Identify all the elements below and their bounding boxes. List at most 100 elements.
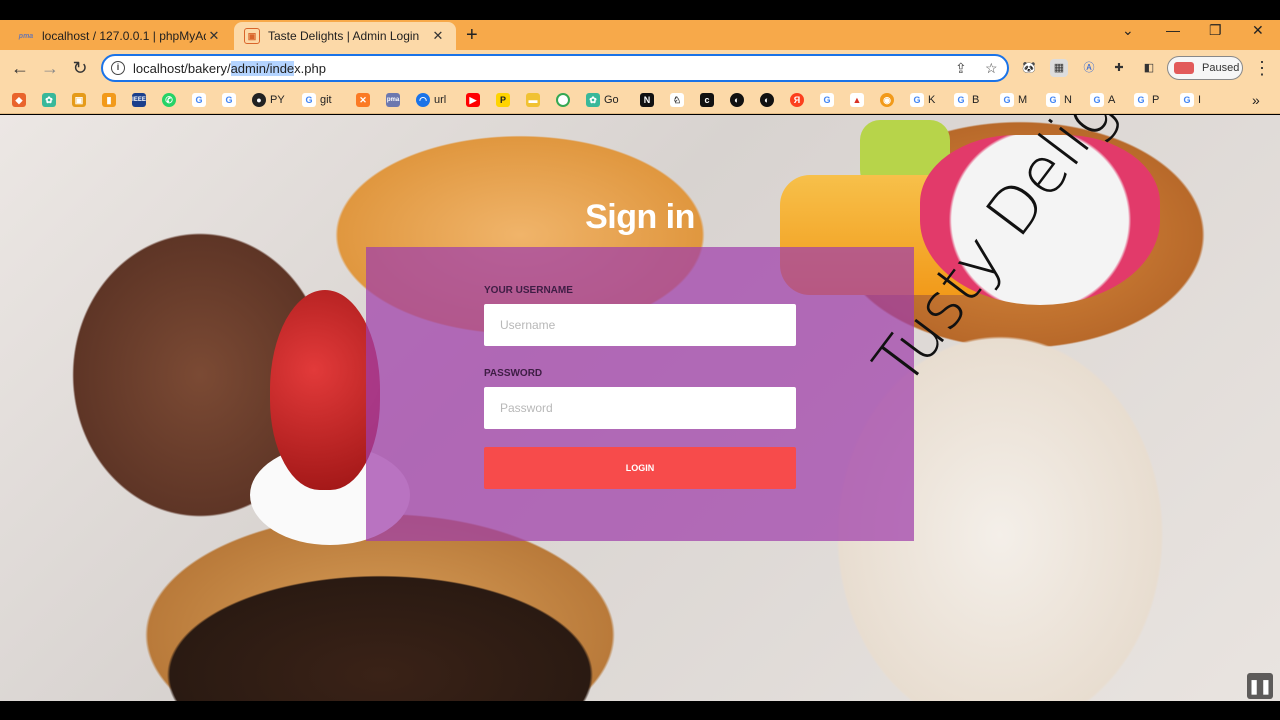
bookmark-item[interactable]: ◠ url <box>416 92 446 108</box>
p-icon: P <box>496 93 510 107</box>
bookmark-item[interactable]: ● PY <box>252 92 285 108</box>
taste-delights-icon: ▣ <box>244 28 260 44</box>
bookmark-item[interactable]: ▶ <box>466 92 484 108</box>
bookmark-item[interactable]: ▮ <box>102 92 120 108</box>
close-icon[interactable]: ✕ <box>206 28 222 44</box>
forward-icon[interactable]: → <box>38 56 62 80</box>
notion-icon: N <box>640 93 654 107</box>
bookmark-item[interactable]: ✆ <box>162 92 180 108</box>
bookmark-item[interactable]: ♘ <box>670 92 688 108</box>
back-icon[interactable]: ← <box>8 56 32 80</box>
password-label: PASSWORD <box>484 368 543 379</box>
minimize-icon[interactable]: — <box>1166 22 1180 38</box>
tab-search-icon[interactable]: ⌄ <box>1122 22 1134 39</box>
wifi-icon: ◠ <box>416 93 430 107</box>
ieee-icon: IEEE <box>132 93 146 107</box>
bookmark-item[interactable]: GK <box>910 92 935 108</box>
cl-icon: c <box>700 93 714 107</box>
bookmark-item[interactable]: ▬ <box>526 92 544 108</box>
username-input[interactable] <box>484 304 796 346</box>
xampp-icon: ✕ <box>356 93 370 107</box>
circle-icon: ◐ <box>730 93 744 107</box>
new-tab-button[interactable]: + <box>466 24 478 47</box>
bookmark-item[interactable]: N <box>640 92 658 108</box>
bookmark-item[interactable]: ◐ <box>760 92 778 108</box>
sidepanel-icon[interactable]: ◧ <box>1140 59 1158 77</box>
bookmark-item[interactable]: GI <box>1180 92 1201 108</box>
share-icon[interactable]: ⇪ <box>955 60 967 77</box>
google-icon: G <box>954 93 968 107</box>
puzzle-icon[interactable]: ✚ <box>1110 59 1128 77</box>
diamond-icon: ◆ <box>12 93 26 107</box>
bookmark-item[interactable]: GM <box>1000 92 1027 108</box>
google-icon: G <box>820 93 834 107</box>
url-text[interactable]: localhost/bakery/admin/index.php <box>133 61 326 76</box>
browser-toolbar: ← → ↻ i localhost/bakery/admin/index.php… <box>0 50 1280 86</box>
bookmark-item[interactable]: G <box>192 92 210 108</box>
ring-icon <box>556 93 570 107</box>
menu-icon[interactable]: ⋮ <box>1250 56 1274 80</box>
bookmark-item[interactable]: GB <box>954 92 979 108</box>
top-black-strip <box>0 0 1280 20</box>
google-icon: G <box>1000 93 1014 107</box>
profile-button[interactable]: Paused <box>1167 56 1243 80</box>
triangle-icon: ▲ <box>850 93 864 107</box>
info-icon[interactable]: i <box>111 61 125 75</box>
bookmark-item[interactable]: ✿ <box>42 92 60 108</box>
password-input[interactable] <box>484 387 796 429</box>
bookmark-item[interactable]: ◆ <box>12 92 30 108</box>
page-title: Sign in <box>585 198 695 236</box>
bookmark-item[interactable]: P <box>496 92 514 108</box>
bookmark-item[interactable]: G <box>222 92 240 108</box>
bookmark-item[interactable]: ✿ Go <box>586 92 619 108</box>
bookmark-item[interactable]: GA <box>1090 92 1115 108</box>
extension-icon[interactable]: ▦ <box>1050 59 1068 77</box>
box-icon: ▣ <box>72 93 86 107</box>
bookmark-item[interactable]: ▣ <box>72 92 90 108</box>
bookmark-item[interactable]: GN <box>1046 92 1072 108</box>
bookmark-item[interactable]: G <box>820 92 838 108</box>
bookmark-item[interactable]: c <box>700 92 718 108</box>
tab-admin-login[interactable]: ▣ Taste Delights | Admin Login ✕ <box>234 22 456 50</box>
tab-phpmyadmin[interactable]: pma localhost / 127.0.0.1 | phpMyAdm ✕ <box>8 22 232 50</box>
figure-icon: ♘ <box>670 93 684 107</box>
a-extension-icon[interactable]: Ⓐ <box>1080 59 1098 77</box>
youtube-icon: ▶ <box>466 93 480 107</box>
bookmark-item[interactable]: GP <box>1134 92 1159 108</box>
close-icon[interactable]: ✕ <box>430 28 446 44</box>
pause-icon[interactable]: ❚❚ <box>1247 673 1273 699</box>
bookmark-item[interactable]: ✕ <box>356 92 374 108</box>
google-icon: G <box>910 93 924 107</box>
bookmark-item[interactable]: ◉ <box>880 92 898 108</box>
tab-title: Taste Delights | Admin Login <box>268 29 420 43</box>
avatar <box>1174 62 1194 74</box>
google-icon: G <box>1046 93 1060 107</box>
more-bookmarks-icon[interactable]: » <box>1252 92 1260 108</box>
yandex-icon: Я <box>790 93 804 107</box>
bookmark-item[interactable]: Я <box>790 92 808 108</box>
close-window-icon[interactable]: ✕ <box>1252 22 1264 39</box>
restore-icon[interactable]: ❐ <box>1209 22 1222 39</box>
bookmark-item[interactable] <box>556 92 574 108</box>
address-bar[interactable]: i localhost/bakery/admin/index.php ⇪ ☆ <box>101 54 1009 82</box>
panda-icon[interactable]: 🐼 <box>1020 59 1038 77</box>
bookmark-item[interactable]: ◐ <box>730 92 748 108</box>
chart-icon: ▮ <box>102 93 116 107</box>
tab-bar: pma localhost / 127.0.0.1 | phpMyAdm ✕ ▣… <box>0 20 1280 50</box>
star-icon[interactable]: ☆ <box>985 60 998 77</box>
folder-icon: ▬ <box>526 93 540 107</box>
tab-title: localhost / 127.0.0.1 | phpMyAdm <box>42 29 206 43</box>
google-icon: G <box>1090 93 1104 107</box>
login-panel: YOUR USERNAME PASSWORD LOGIN <box>366 247 914 541</box>
bookmark-item[interactable]: Ggit <box>302 92 332 108</box>
bookmark-item[interactable]: IEEE <box>132 92 150 108</box>
reload-icon[interactable]: ↻ <box>68 56 92 80</box>
circle-icon: ◐ <box>760 93 774 107</box>
bottom-black-strip <box>0 701 1280 720</box>
background-strawberry <box>270 290 380 490</box>
bookmark-item[interactable]: ▲ <box>850 92 868 108</box>
google-icon: G <box>1134 93 1148 107</box>
pma-icon: pma <box>386 93 400 107</box>
login-button[interactable]: LOGIN <box>484 447 796 489</box>
bookmark-item[interactable]: pma <box>386 92 404 108</box>
